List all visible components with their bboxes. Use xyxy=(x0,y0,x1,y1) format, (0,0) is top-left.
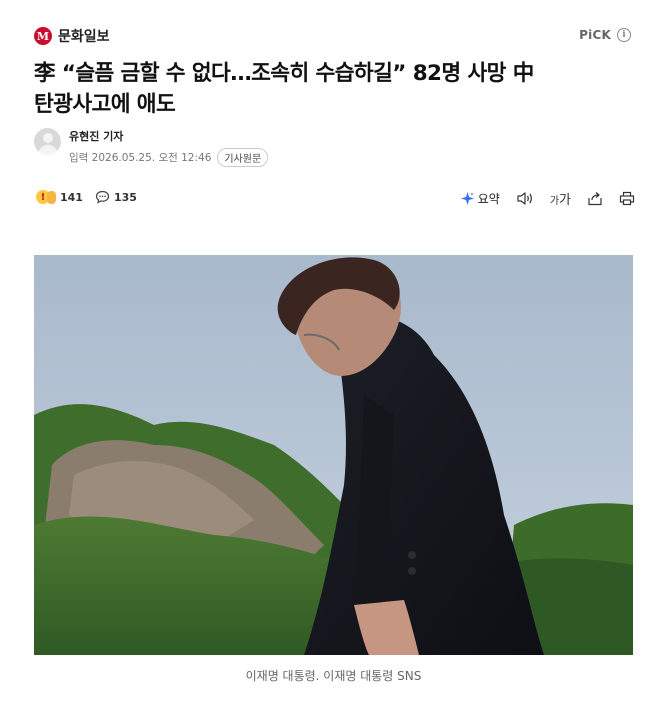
avatar[interactable] xyxy=(34,128,61,155)
headline-line-2: 탄광사고에 애도 xyxy=(34,92,176,117)
summary-button[interactable]: 요약 xyxy=(460,190,500,207)
summary-label: 요약 xyxy=(477,192,500,206)
font-size-small-glyph: 가 xyxy=(549,196,560,207)
reporter-name[interactable]: 유현진 기자 xyxy=(69,128,268,144)
comment-count: 135 xyxy=(113,190,137,204)
reaction-button[interactable]: ! 141 xyxy=(36,190,83,204)
share-button[interactable] xyxy=(587,191,603,206)
pick-label: PiCK xyxy=(579,28,611,42)
share-icon xyxy=(588,192,602,206)
info-icon[interactable]: i xyxy=(617,28,631,42)
avatar-head-shape xyxy=(42,133,53,143)
publish-date: 입력 2026.05.25. 오전 12:46 xyxy=(69,152,212,164)
print-button[interactable] xyxy=(619,191,635,206)
font-size-icon: 가가 xyxy=(550,189,571,208)
comment-button[interactable]: 135 xyxy=(95,190,137,204)
reaction-emoji-icon: ! xyxy=(36,190,56,204)
byline-text: 유현진 기자 입력 2026.05.25. 오전 12:46 기사원문 xyxy=(69,128,269,167)
avatar-body-shape xyxy=(37,145,58,155)
article-toolbar: 요약 가가 xyxy=(460,189,635,208)
print-icon xyxy=(619,191,635,206)
original-article-button[interactable]: 기사원문 xyxy=(217,148,269,167)
article-photo[interactable] xyxy=(34,255,633,655)
hand-icon xyxy=(47,190,56,204)
reaction-bar: ! 141 135 xyxy=(36,190,137,204)
headline-line-1: 李 “슬픔 금할 수 없다…조속히 수습하길” 82명 사망 中 xyxy=(34,61,534,86)
listen-button[interactable] xyxy=(516,191,534,206)
summary-sparkle-icon xyxy=(460,192,474,205)
article-headline: 李 “슬픔 금할 수 없다…조속히 수습하길” 82명 사망 中 탄광사고에 애… xyxy=(34,58,634,120)
photo-illustration xyxy=(34,255,633,655)
press-header[interactable]: M 문화일보 xyxy=(34,26,110,46)
press-logo-icon: M xyxy=(34,27,52,45)
comment-bubble-icon xyxy=(95,190,110,204)
date-row: 입력 2026.05.25. 오전 12:46 기사원문 xyxy=(69,148,269,167)
font-size-button[interactable]: 가가 xyxy=(550,189,571,208)
speaker-icon xyxy=(517,192,532,205)
reaction-count: 141 xyxy=(60,190,83,204)
press-name[interactable]: 문화일보 xyxy=(58,26,110,46)
pick-badge: PiCK i xyxy=(579,28,631,42)
font-size-large-glyph: 가 xyxy=(559,193,571,208)
byline: 유현진 기자 입력 2026.05.25. 오전 12:46 기사원문 xyxy=(34,128,269,167)
photo-caption: 이재명 대통령. 이재명 대통령 SNS xyxy=(245,669,422,683)
